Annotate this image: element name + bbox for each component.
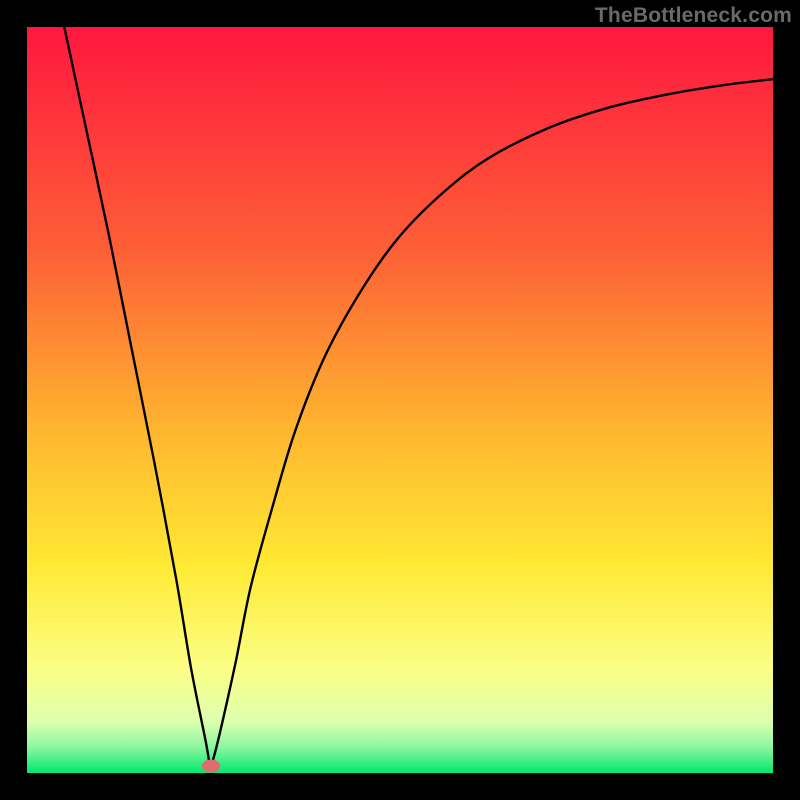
gradient-background xyxy=(27,27,773,773)
watermark-text: TheBottleneck.com xyxy=(595,4,792,28)
optimal-point-marker xyxy=(202,759,220,772)
chart-frame xyxy=(27,27,773,773)
bottleneck-chart xyxy=(27,27,773,773)
